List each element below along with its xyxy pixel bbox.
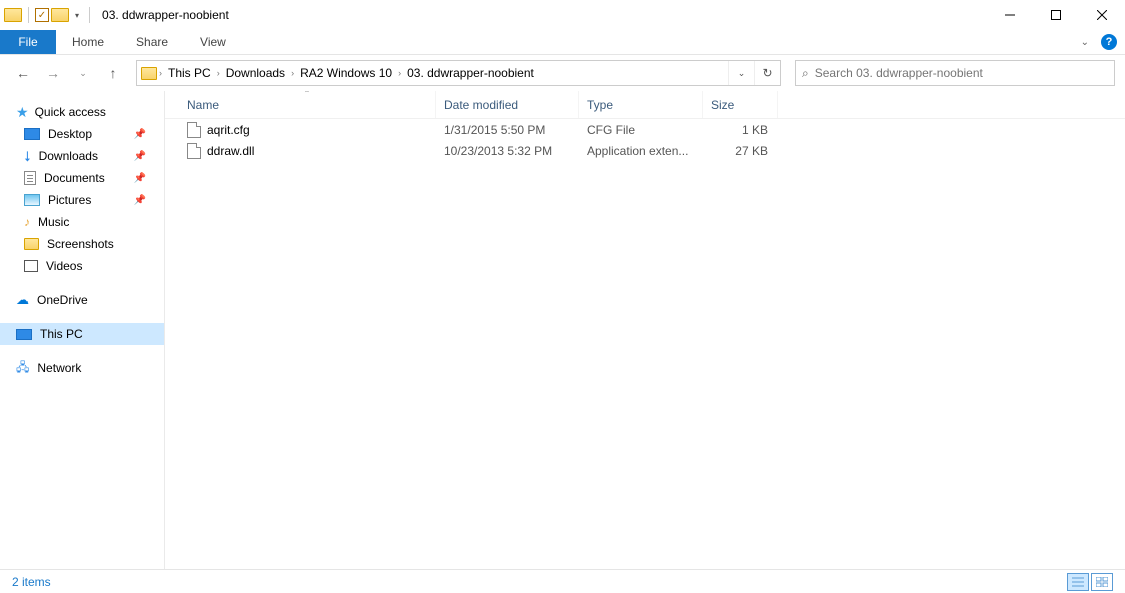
qat-customize-icon[interactable]: ▾ [71, 11, 83, 20]
network-icon: 🖧 [16, 358, 29, 379]
pin-icon: 📌 [134, 195, 146, 206]
tab-share[interactable]: Share [120, 30, 184, 54]
separator [89, 7, 90, 23]
window-title: 03. ddwrapper-noobient [102, 8, 229, 22]
quick-access-label: Quick access [35, 105, 106, 119]
chevron-right-icon: › [157, 68, 164, 78]
minimize-icon [1005, 10, 1015, 20]
videos-icon [24, 260, 38, 272]
pin-icon: 📌 [134, 129, 146, 140]
maximize-button[interactable] [1033, 0, 1079, 30]
crumb-downloads[interactable]: Downloads [222, 66, 289, 80]
separator [28, 7, 29, 23]
status-item-count: 2 items [12, 575, 51, 589]
pin-icon: 📌 [134, 173, 146, 184]
navitem-network[interactable]: 🖧 Network [0, 357, 164, 379]
chevron-right-icon[interactable]: › [396, 68, 403, 78]
status-bar: 2 items [0, 569, 1125, 593]
crumb-current[interactable]: 03. ddwrapper-noobient [403, 66, 538, 80]
file-icon [187, 122, 201, 138]
documents-icon [24, 171, 36, 185]
navitem-pictures[interactable]: Pictures 📌 [0, 189, 164, 211]
crumb-ra2[interactable]: RA2 Windows 10 [296, 66, 396, 80]
recent-locations-button[interactable]: ⌄ [70, 60, 96, 86]
address-folder-icon [141, 67, 157, 80]
folder-icon [24, 238, 39, 250]
large-view-icon [1096, 577, 1108, 587]
body: ★ Quick access Desktop 📌 ⭣ Downloads 📌 D… [0, 91, 1125, 569]
up-button[interactable]: ↑ [100, 60, 126, 86]
crumb-thispc[interactable]: This PC [164, 66, 215, 80]
navitem-videos[interactable]: Videos [0, 255, 164, 277]
minimize-button[interactable] [987, 0, 1033, 30]
back-button[interactable]: ← [10, 60, 36, 86]
file-icon [187, 143, 201, 159]
search-input[interactable] [815, 66, 1114, 80]
quick-access-icon: ★ [16, 104, 29, 121]
file-tab[interactable]: File [0, 30, 56, 54]
pictures-icon [24, 194, 40, 206]
navitem-desktop[interactable]: Desktop 📌 [0, 123, 164, 145]
desktop-icon [24, 128, 40, 140]
app-folder-icon [4, 8, 22, 22]
expand-ribbon-icon[interactable]: ⌄ [1077, 37, 1093, 48]
file-name: aqrit.cfg [207, 123, 250, 137]
music-icon: ♪ [24, 215, 30, 229]
onedrive-icon: ☁ [16, 292, 29, 308]
downloads-icon: ⭣ [24, 148, 31, 165]
column-type[interactable]: Type [579, 91, 703, 118]
column-size[interactable]: Size [703, 91, 778, 118]
sort-asc-icon: ⌃ [304, 91, 311, 98]
chevron-right-icon[interactable]: › [215, 68, 222, 78]
title-bar: ✓ ▾ 03. ddwrapper-noobient [0, 0, 1125, 30]
file-type: Application exten... [579, 144, 703, 158]
refresh-button[interactable]: ↻ [754, 61, 780, 85]
file-list-pane: Name ⌃ Date modified Type Size aqrit.cfg… [165, 91, 1125, 569]
navitem-downloads[interactable]: ⭣ Downloads 📌 [0, 145, 164, 167]
file-date: 10/23/2013 5:32 PM [436, 144, 579, 158]
details-view-icon [1072, 577, 1084, 587]
tab-home[interactable]: Home [56, 30, 120, 54]
navitem-screenshots[interactable]: Screenshots [0, 233, 164, 255]
navitem-onedrive[interactable]: ☁ OneDrive [0, 289, 164, 311]
chevron-right-icon[interactable]: › [289, 68, 296, 78]
quick-access-header[interactable]: ★ Quick access [0, 101, 164, 123]
qat-newfolder-icon[interactable] [51, 8, 69, 22]
navitem-thispc[interactable]: This PC [0, 323, 164, 345]
file-name: ddraw.dll [207, 144, 254, 158]
address-bar[interactable]: › This PC › Downloads › RA2 Windows 10 ›… [136, 60, 781, 86]
close-button[interactable] [1079, 0, 1125, 30]
search-box[interactable]: ⌕ [795, 60, 1115, 86]
file-size: 1 KB [703, 123, 778, 137]
thispc-icon [16, 329, 32, 340]
navigation-row: ← → ⌄ ↑ › This PC › Downloads › RA2 Wind… [0, 55, 1125, 91]
column-date[interactable]: Date modified [436, 91, 579, 118]
forward-button[interactable]: → [40, 60, 66, 86]
ribbon: File Home Share View ⌄ ? [0, 30, 1125, 55]
navitem-documents[interactable]: Documents 📌 [0, 167, 164, 189]
column-name[interactable]: Name ⌃ [179, 91, 436, 118]
qat-properties-icon[interactable]: ✓ [35, 8, 49, 22]
pin-icon: 📌 [134, 151, 146, 162]
file-type: CFG File [579, 123, 703, 137]
file-row[interactable]: aqrit.cfg 1/31/2015 5:50 PM CFG File 1 K… [165, 119, 1125, 140]
file-row[interactable]: ddraw.dll 10/23/2013 5:32 PM Application… [165, 140, 1125, 161]
maximize-icon [1051, 10, 1061, 20]
navitem-music[interactable]: ♪ Music [0, 211, 164, 233]
address-dropdown-button[interactable]: ⌄ [728, 61, 754, 85]
file-date: 1/31/2015 5:50 PM [436, 123, 579, 137]
view-details-button[interactable] [1067, 573, 1089, 591]
navigation-pane: ★ Quick access Desktop 📌 ⭣ Downloads 📌 D… [0, 91, 165, 569]
close-icon [1097, 10, 1107, 20]
search-icon: ⌕ [802, 66, 809, 81]
column-headers: Name ⌃ Date modified Type Size [165, 91, 1125, 119]
help-button[interactable]: ? [1101, 34, 1117, 50]
file-size: 27 KB [703, 144, 778, 158]
view-large-button[interactable] [1091, 573, 1113, 591]
tab-view[interactable]: View [184, 30, 242, 54]
